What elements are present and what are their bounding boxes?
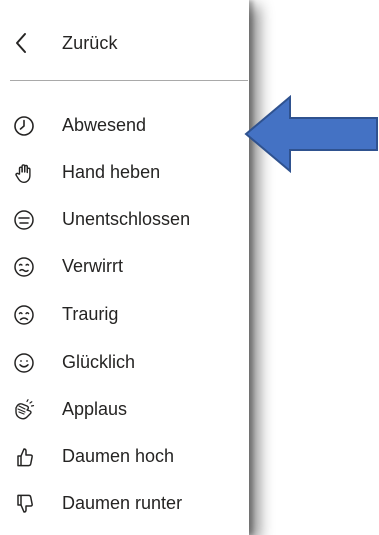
menu-item-label: Daumen hoch	[62, 446, 175, 466]
menu-item-verwirrt[interactable]: Verwirrt	[0, 246, 249, 286]
menu-item-gluecklich[interactable]: Glücklich	[0, 342, 249, 382]
chevron-left-icon	[16, 33, 26, 53]
menu-item-hand-heben[interactable]: Hand heben	[0, 152, 249, 192]
pointer-arrow	[244, 95, 378, 173]
menu-item-unentschlossen[interactable]: Unentschlossen	[0, 199, 249, 239]
menu-divider	[10, 80, 248, 81]
sad-face-icon	[14, 305, 34, 325]
menu-item-label: Verwirrt	[62, 256, 124, 276]
back-label: Zurück	[62, 33, 118, 53]
thumbs-up-icon	[17, 448, 33, 467]
status-menu: Zurück Abwesend Hand heben Unentschlosse…	[0, 0, 249, 535]
menu-item-label: Applaus	[62, 399, 128, 419]
menu-item-daumen-runter[interactable]: Daumen runter	[0, 483, 249, 523]
raised-hand-icon	[15, 164, 31, 183]
back-button[interactable]: Zurück	[0, 22, 249, 64]
menu-item-applaus[interactable]: Applaus	[0, 389, 249, 429]
happy-face-icon	[14, 353, 34, 373]
menu-item-daumen-hoch[interactable]: Daumen hoch	[0, 436, 249, 476]
confused-face-icon	[14, 257, 34, 277]
menu-item-label: Hand heben	[62, 162, 161, 182]
menu-item-label: Unentschlossen	[62, 209, 191, 229]
menu-item-label: Abwesend	[62, 115, 147, 135]
neutral-face-icon	[14, 210, 34, 230]
clock-icon	[14, 116, 34, 136]
menu-item-traurig[interactable]: Traurig	[0, 294, 249, 334]
clapping-hands-icon	[15, 399, 35, 420]
menu-item-label: Daumen runter	[62, 493, 183, 513]
menu-item-label: Glücklich	[62, 352, 136, 372]
menu-item-label: Traurig	[62, 304, 119, 324]
menu-item-abwesend[interactable]: Abwesend	[0, 105, 249, 145]
thumbs-down-icon	[17, 494, 33, 513]
